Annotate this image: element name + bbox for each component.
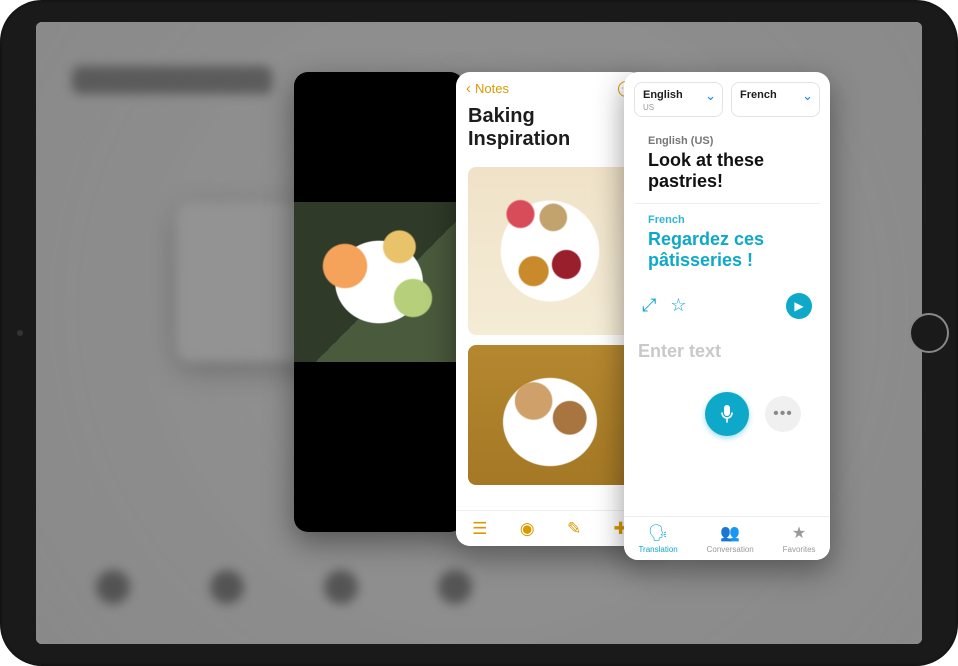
target-language-selector[interactable]: French ⌄: [731, 82, 820, 117]
favorites-tab-icon: ★: [792, 523, 806, 543]
photo-thumbnail[interactable]: [294, 202, 464, 362]
mic-row: •••: [624, 392, 830, 436]
conversation-tab-icon: 👥: [720, 523, 740, 543]
more-button[interactable]: •••: [765, 396, 801, 432]
tab-favorites[interactable]: ★ Favorites: [783, 523, 816, 554]
source-language-name: English: [643, 89, 683, 101]
back-chevron-icon[interactable]: ‹: [466, 80, 471, 97]
play-audio-button[interactable]: ▶: [786, 293, 812, 319]
ipad-frame: Photos Notes Baking Inspiration ‹ Notes: [0, 0, 958, 666]
checklist-icon[interactable]: ☰: [472, 519, 487, 539]
notes-toolbar: ☰ ◉ ✎ ✚: [456, 510, 644, 546]
notes-back-label[interactable]: Notes: [475, 81, 509, 96]
switcher-card-notes[interactable]: Notes Baking Inspiration ‹ Notes ⋯ Bakin…: [456, 72, 644, 546]
target-phrase-block: French Regardez ces pâtisseries !: [634, 204, 820, 282]
notes-nav-bar: ‹ Notes ⋯: [456, 72, 644, 101]
chevron-down-icon: ⌄: [705, 89, 716, 104]
expand-icon[interactable]: ⤢: [642, 295, 656, 316]
tab-translation[interactable]: 🗣 Translation: [638, 523, 677, 554]
translation-tab-icon: 🗣: [648, 523, 668, 543]
tab-conversation[interactable]: 👥 Conversation: [707, 523, 754, 554]
target-language-name: French: [740, 89, 777, 101]
source-phrase-label: English (US): [648, 135, 806, 147]
target-phrase-label: French: [648, 214, 806, 226]
screen: Photos Notes Baking Inspiration ‹ Notes: [36, 22, 922, 644]
language-selector-row: English US ⌄ French ⌄: [624, 72, 830, 125]
favorite-star-icon[interactable]: ☆: [670, 295, 686, 316]
note-image-1[interactable]: [468, 167, 632, 335]
source-phrase-text: Look at these pastries!: [648, 150, 806, 191]
target-phrase-text: Regardez ces pâtisseries !: [648, 229, 806, 270]
chevron-down-icon: ⌄: [802, 89, 813, 104]
note-title: Baking Inspiration: [456, 101, 644, 161]
source-language-sub: US: [643, 103, 683, 112]
tab-conversation-label: Conversation: [707, 545, 754, 554]
switcher-card-photos[interactable]: Photos: [294, 72, 464, 532]
source-phrase-block: English (US) Look at these pastries!: [634, 125, 820, 204]
translate-tab-bar: 🗣 Translation 👥 Conversation ★ Favorites: [624, 516, 830, 560]
tab-favorites-label: Favorites: [783, 545, 816, 554]
camera-dot: [17, 330, 23, 336]
enter-text-placeholder[interactable]: Enter text: [638, 341, 816, 362]
app-switcher[interactable]: Photos Notes Baking Inspiration ‹ Notes: [36, 22, 922, 644]
note-image-2[interactable]: [468, 345, 632, 485]
switcher-card-translate[interactable]: 文 Translate English US ⌄ French: [624, 72, 830, 560]
markup-icon[interactable]: ✎: [567, 519, 581, 539]
camera-icon[interactable]: ◉: [520, 519, 535, 539]
tab-translation-label: Translation: [638, 545, 677, 554]
phrase-actions-row: ⤢ ☆ ▶: [624, 283, 830, 325]
source-language-selector[interactable]: English US ⌄: [634, 82, 723, 117]
microphone-button[interactable]: [705, 392, 749, 436]
home-button[interactable]: [909, 313, 949, 353]
